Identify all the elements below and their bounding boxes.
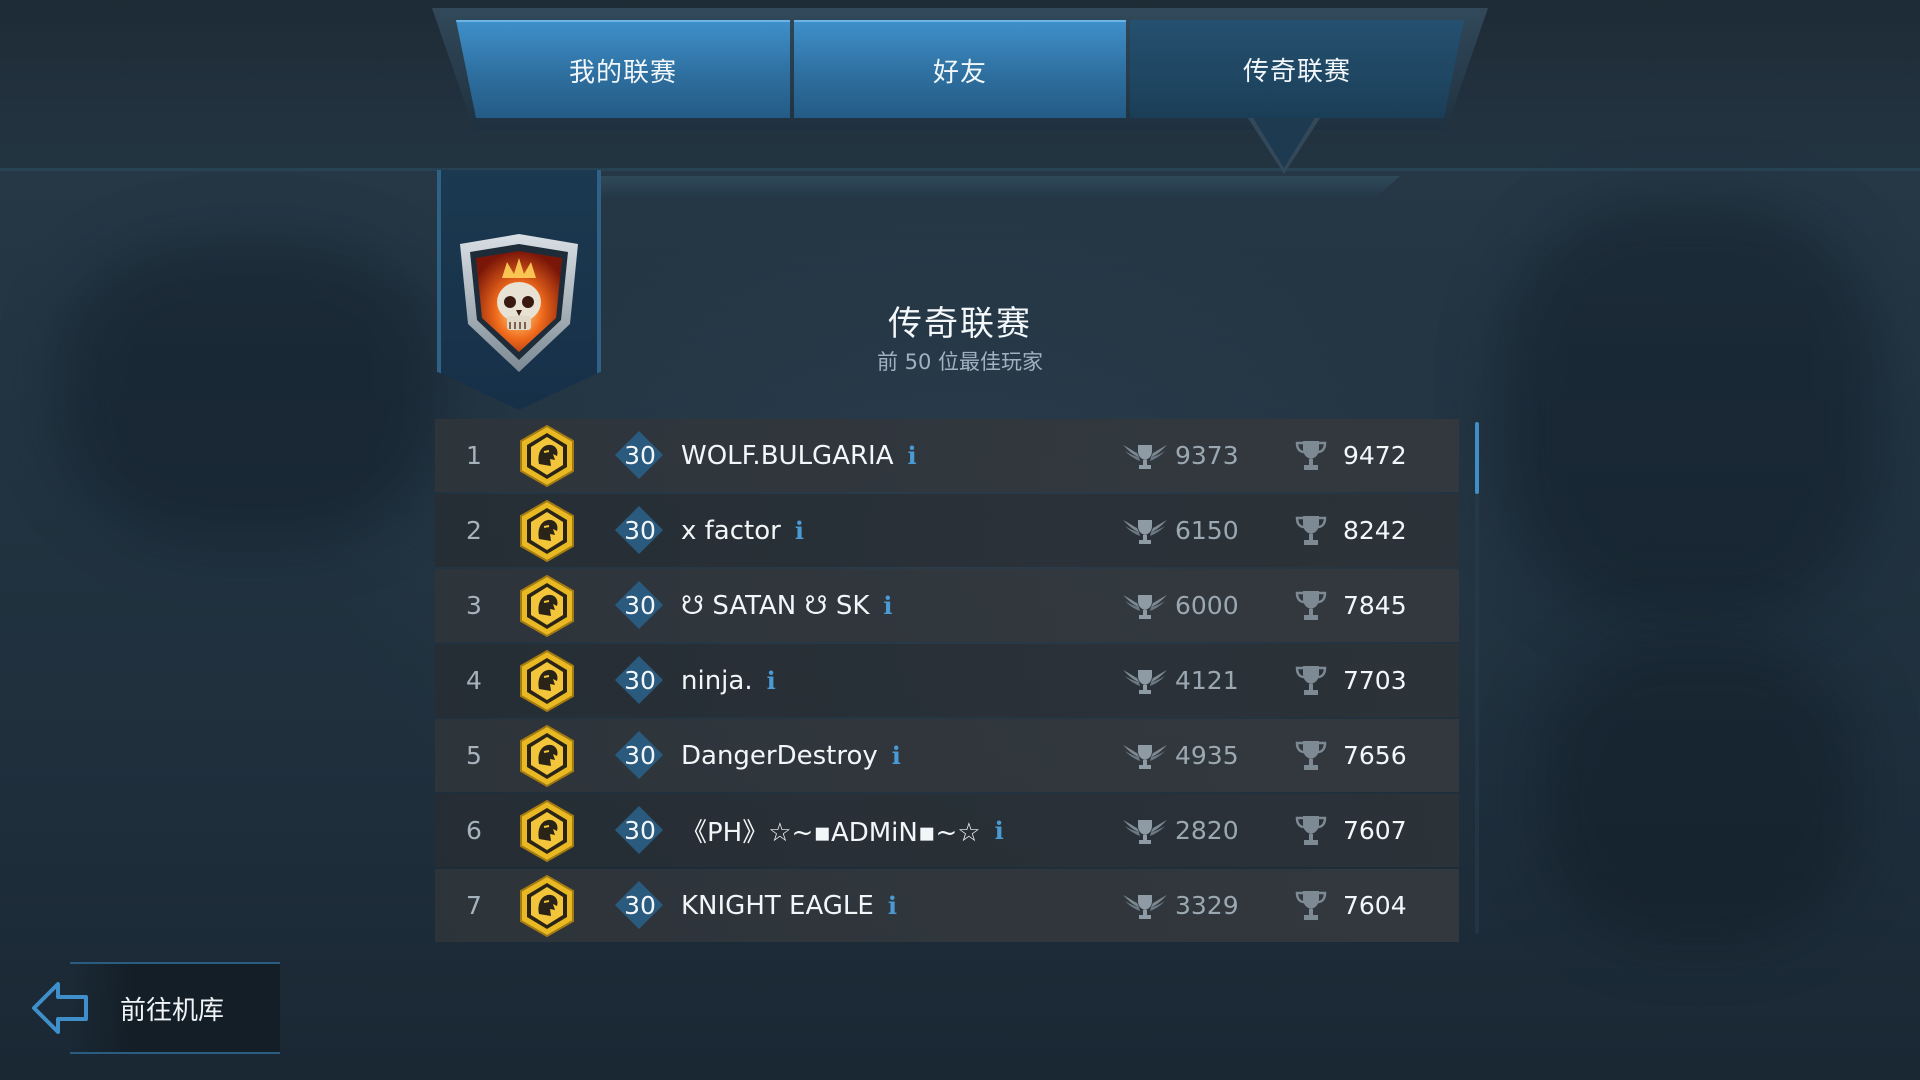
trophy-icon bbox=[1295, 591, 1327, 620]
rank-number: 6 bbox=[466, 816, 482, 845]
tab-my-league[interactable]: 我的联赛 bbox=[456, 20, 790, 118]
wing-trophy-icon bbox=[1123, 820, 1167, 844]
rank-badge-icon bbox=[520, 724, 574, 788]
wing-score: 2820 bbox=[1175, 816, 1239, 845]
player-level: 30 bbox=[624, 441, 656, 470]
info-icon[interactable]: i bbox=[888, 891, 897, 920]
leaderboard-row[interactable]: 5 30 DangerDestroy i 4935 7656 bbox=[435, 719, 1459, 792]
background-shape bbox=[60, 240, 440, 540]
player-name[interactable]: KNIGHT EAGLE bbox=[681, 891, 874, 921]
leaderboard: 1 30 WOLF.BULGARIA i 9373 9472 2 30 x fa… bbox=[435, 419, 1459, 942]
info-icon[interactable]: i bbox=[767, 666, 776, 695]
trophy-icon bbox=[1295, 741, 1327, 770]
player-name-wrap: KNIGHT EAGLE i bbox=[681, 869, 897, 942]
tab-label: 我的联赛 bbox=[568, 57, 677, 88]
rank-badge-icon bbox=[520, 574, 574, 638]
player-name-wrap: WOLF.BULGARIA i bbox=[681, 419, 917, 492]
leaderboard-row[interactable]: 4 30 ninja. i 4121 7703 bbox=[435, 644, 1459, 717]
player-name[interactable]: x factor bbox=[681, 516, 781, 546]
wing-score: 4935 bbox=[1175, 741, 1239, 770]
header-rail bbox=[600, 176, 1400, 198]
info-icon[interactable]: i bbox=[795, 516, 804, 545]
league-title: 传奇联赛 bbox=[888, 304, 1032, 344]
wing-trophy-icon bbox=[1123, 745, 1167, 769]
header-divider bbox=[0, 168, 1920, 171]
wing-score: 6000 bbox=[1175, 591, 1239, 620]
background-shape bbox=[1500, 200, 1880, 620]
tab-legend-league[interactable]: 传奇联赛 bbox=[1130, 20, 1464, 118]
info-icon[interactable]: i bbox=[908, 441, 917, 470]
player-name[interactable]: 《PH》☆~▪ADMiN▪~☆ bbox=[681, 812, 981, 849]
leaderboard-row[interactable]: 7 30 KNIGHT EAGLE i 3329 7604 bbox=[435, 869, 1459, 942]
flaming-skull-shield-icon bbox=[460, 234, 578, 372]
rank-number: 7 bbox=[466, 891, 482, 920]
tab-label: 好友 bbox=[932, 57, 987, 88]
rank-badge-icon bbox=[520, 799, 574, 863]
player-level: 30 bbox=[624, 591, 656, 620]
leaderboard-row[interactable]: 2 30 x factor i 6150 8242 bbox=[435, 494, 1459, 567]
wing-score: 9373 bbox=[1175, 441, 1239, 470]
wing-trophy-icon bbox=[1123, 595, 1167, 619]
rank-badge-icon bbox=[520, 874, 574, 938]
wing-score: 3329 bbox=[1175, 891, 1239, 920]
rank-badge-icon bbox=[520, 499, 574, 563]
wing-trophy-icon bbox=[1123, 445, 1167, 469]
leaderboard-row[interactable]: 1 30 WOLF.BULGARIA i 9373 9472 bbox=[435, 419, 1459, 492]
player-level: 30 bbox=[624, 516, 656, 545]
player-name[interactable]: ninja. bbox=[681, 666, 753, 696]
player-level: 30 bbox=[624, 741, 656, 770]
tab-label: 传奇联赛 bbox=[1242, 56, 1351, 87]
wing-trophy-icon bbox=[1123, 670, 1167, 694]
wing-score: 6150 bbox=[1175, 516, 1239, 545]
trophy-score: 7656 bbox=[1343, 741, 1407, 770]
rank-badge-icon bbox=[520, 649, 574, 713]
scrollbar-thumb[interactable] bbox=[1475, 422, 1479, 494]
rank-number: 2 bbox=[466, 516, 482, 545]
back-arrow-icon[interactable] bbox=[30, 979, 90, 1037]
player-level: 30 bbox=[624, 666, 656, 695]
tab-friends[interactable]: 好友 bbox=[794, 20, 1126, 118]
player-name[interactable]: DangerDestroy bbox=[681, 741, 878, 771]
player-name-wrap: x factor i bbox=[681, 494, 804, 567]
rank-number: 3 bbox=[466, 591, 482, 620]
wing-score: 4121 bbox=[1175, 666, 1239, 695]
leaderboard-row[interactable]: 3 30 ☋ SATAN ☋ SK i 6000 7845 bbox=[435, 569, 1459, 642]
trophy-score: 7845 bbox=[1343, 591, 1407, 620]
player-name-wrap: ninja. i bbox=[681, 644, 776, 717]
wing-trophy-icon bbox=[1123, 895, 1167, 919]
player-level: 30 bbox=[624, 891, 656, 920]
rank-number: 4 bbox=[466, 666, 482, 695]
rank-number: 1 bbox=[466, 441, 482, 470]
trophy-score: 7703 bbox=[1343, 666, 1407, 695]
rank-badge-icon bbox=[520, 424, 574, 488]
background-shape bbox=[1540, 640, 1860, 940]
leaderboard-row[interactable]: 6 30 《PH》☆~▪ADMiN▪~☆ i 2820 7607 bbox=[435, 794, 1459, 867]
trophy-icon bbox=[1295, 666, 1327, 695]
info-icon[interactable]: i bbox=[892, 741, 901, 770]
player-name-wrap: DangerDestroy i bbox=[681, 719, 901, 792]
back-to-hangar-label[interactable]: 前往机库 bbox=[120, 983, 224, 1033]
player-name[interactable]: ☋ SATAN ☋ SK bbox=[681, 591, 869, 621]
trophy-score: 8242 bbox=[1343, 516, 1407, 545]
info-icon[interactable]: i bbox=[883, 591, 892, 620]
trophy-icon bbox=[1295, 516, 1327, 545]
league-subtitle: 前 50 位最佳玩家 bbox=[876, 350, 1044, 374]
player-level: 30 bbox=[624, 816, 656, 845]
trophy-icon bbox=[1295, 891, 1327, 920]
scrollbar-track[interactable] bbox=[1475, 422, 1479, 934]
trophy-score: 9472 bbox=[1343, 441, 1407, 470]
player-name-wrap: 《PH》☆~▪ADMiN▪~☆ i bbox=[681, 794, 1004, 867]
trophy-score: 7604 bbox=[1343, 891, 1407, 920]
rank-number: 5 bbox=[466, 741, 482, 770]
trophy-icon bbox=[1295, 816, 1327, 845]
wing-trophy-icon bbox=[1123, 520, 1167, 544]
trophy-score: 7607 bbox=[1343, 816, 1407, 845]
player-name[interactable]: WOLF.BULGARIA bbox=[681, 441, 894, 471]
info-icon[interactable]: i bbox=[995, 816, 1004, 845]
trophy-icon bbox=[1295, 441, 1327, 470]
player-name-wrap: ☋ SATAN ☋ SK i bbox=[681, 569, 893, 642]
